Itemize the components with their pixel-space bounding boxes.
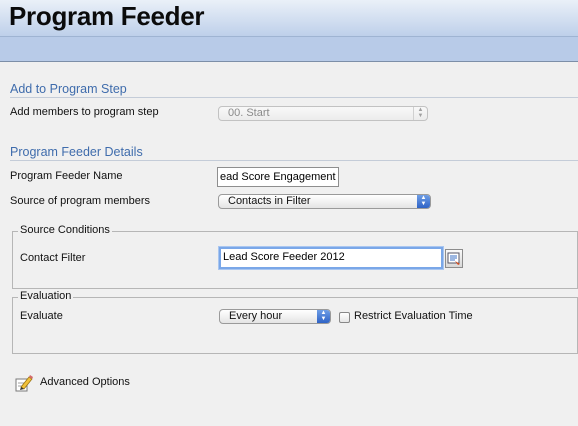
program-step-select[interactable]: 00. Start ▲ ▼ [218,106,428,121]
restrict-time-label: Restrict Evaluation Time [354,310,473,322]
updown-arrows-icon: ▲ ▼ [417,195,430,208]
source-members-select[interactable]: Contacts in Filter ▲ ▼ [218,194,431,209]
pencil-edit-icon [15,375,33,392]
evaluate-frequency-value: Every hour [229,310,283,322]
toolbar-strip [0,37,578,61]
section-divider [10,97,578,98]
evaluation-group: Evaluation [12,290,578,354]
source-members-value: Contacts in Filter [228,195,311,207]
evaluate-frequency-select[interactable]: Every hour ▲ ▼ [219,309,331,324]
page-title: Program Feeder [9,1,205,31]
advanced-options-icon-wrap[interactable] [14,373,34,393]
feeder-name-input[interactable]: ead Score Engagement [217,167,339,187]
evaluation-legend: Evaluation [18,290,74,302]
section-heading-add-to-step: Add to Program Step [10,82,127,96]
feeder-name-label: Program Feeder Name [10,170,123,182]
evaluate-label: Evaluate [20,310,63,322]
contact-filter-label: Contact Filter [20,252,86,264]
section-heading-feeder-details: Program Feeder Details [10,145,143,159]
restrict-time-checkbox[interactable] [339,312,350,323]
filter-picker-icon [447,252,460,265]
add-members-label: Add members to program step [10,106,159,118]
title-bar: Program Feeder [0,0,578,37]
filter-picker-button[interactable] [445,249,463,268]
advanced-options-link[interactable]: Advanced Options [40,376,130,388]
updown-arrows-icon: ▲ ▼ [317,310,330,323]
updown-arrows-icon: ▲ ▼ [413,107,427,120]
source-conditions-legend: Source Conditions [18,224,112,236]
header-divider [0,61,578,62]
section-divider [10,160,578,161]
source-members-label: Source of program members [10,195,150,207]
contact-filter-input[interactable]: Lead Score Feeder 2012 [219,247,443,269]
program-step-value: 00. Start [228,107,270,119]
